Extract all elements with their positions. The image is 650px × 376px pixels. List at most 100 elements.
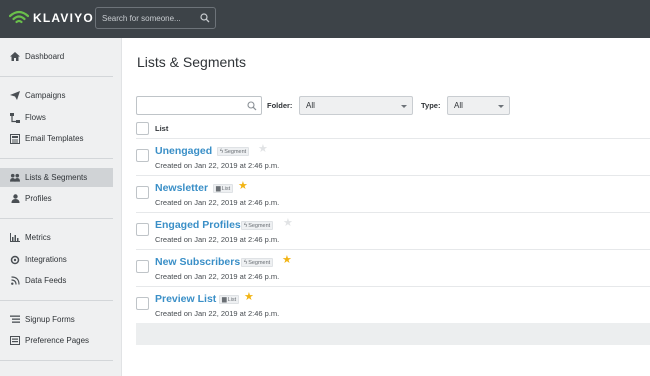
sidebar-nav: Dashboard Campaigns Flows Email Template… xyxy=(0,38,122,376)
star-icon[interactable]: ★ xyxy=(283,218,293,229)
sidebar-item-label: Integrations xyxy=(25,255,67,264)
list-name-link[interactable]: Engaged Profiles xyxy=(155,219,241,231)
sidebar-divider xyxy=(0,360,113,361)
row-checkbox[interactable] xyxy=(136,260,149,273)
badge-label: Segment xyxy=(224,148,247,155)
row-checkbox[interactable] xyxy=(136,186,149,199)
star-icon[interactable]: ★ xyxy=(282,255,292,266)
select-all-checkbox[interactable] xyxy=(136,122,149,135)
badge-label: List xyxy=(221,185,231,192)
table-row: Engaged Profiles ϟ Segment ★ Created on J… xyxy=(136,213,650,250)
paper-plane-icon xyxy=(10,91,20,101)
badge-label: Segment xyxy=(248,259,271,266)
document-icon: ▆ xyxy=(222,297,227,303)
folder-select-value: All xyxy=(306,101,315,110)
top-bar: KLAVIYO xyxy=(0,0,650,38)
lightning-icon: ϟ xyxy=(220,148,224,155)
row-checkbox[interactable] xyxy=(136,149,149,162)
folder-select[interactable]: All xyxy=(299,96,413,115)
list-name-link[interactable]: Newsletter xyxy=(155,182,208,194)
type-badge: ϟ Segment xyxy=(241,221,274,230)
star-icon[interactable]: ★ xyxy=(244,292,254,303)
type-badge: ϟ Segment xyxy=(241,258,274,267)
sidebar-item-profiles[interactable]: Profiles xyxy=(0,189,113,208)
star-icon[interactable]: ★ xyxy=(238,181,248,192)
sidebar-item-preference-pages[interactable]: Preference Pages xyxy=(0,331,113,350)
sidebar-item-email-templates[interactable]: Email Templates xyxy=(0,129,113,148)
list-name-link[interactable]: New Subscribers xyxy=(155,256,240,268)
sidebar-item-lists-segments[interactable]: Lists & Segments xyxy=(0,168,113,187)
page-title: Lists & Segments xyxy=(137,54,246,70)
logo-text: KLAVIYO xyxy=(33,10,94,25)
sidebar-item-label: Dashboard xyxy=(25,52,65,61)
search-icon[interactable] xyxy=(247,101,257,111)
sidebar-item-dashboard[interactable]: Dashboard xyxy=(0,47,113,66)
users-icon xyxy=(10,173,20,183)
sidebar-item-label: Campaigns xyxy=(25,91,66,100)
sidebar-divider xyxy=(0,218,113,219)
bar-chart-icon xyxy=(10,233,20,243)
table-footer xyxy=(136,323,650,345)
klaviyo-logo[interactable]: KLAVIYO xyxy=(9,10,94,25)
badge-label: List xyxy=(227,296,237,303)
created-date: Created on Jan 22, 2019 at 2:46 p.m. xyxy=(155,272,280,281)
sidebar-item-integrations[interactable]: Integrations xyxy=(0,250,113,269)
list-filter-box[interactable] xyxy=(136,96,262,116)
sidebar-divider xyxy=(0,300,113,301)
type-badge: ▆ List xyxy=(219,295,240,304)
type-label: Type: xyxy=(421,101,441,110)
type-select-value: All xyxy=(454,101,463,110)
sidebar-item-label: Flows xyxy=(25,113,46,122)
sidebar-item-label: Email Templates xyxy=(25,134,84,143)
list-name-link[interactable]: Preview List xyxy=(155,293,216,305)
sidebar-item-label: Lists & Segments xyxy=(25,173,88,182)
sidebar-item-metrics[interactable]: Metrics xyxy=(0,228,113,247)
created-date: Created on Jan 22, 2019 at 2:46 p.m. xyxy=(155,198,280,207)
sidebar-item-signup-forms[interactable]: Signup Forms xyxy=(0,310,113,329)
search-input[interactable] xyxy=(96,8,196,28)
row-checkbox[interactable] xyxy=(136,297,149,310)
lightning-icon: ϟ xyxy=(244,259,248,266)
table-row: New Subscribers ϟ Segment ★ Created on Ja… xyxy=(136,250,650,287)
sidebar-item-label: Data Feeds xyxy=(25,276,67,285)
row-checkbox[interactable] xyxy=(136,223,149,236)
table-row: Newsletter ▆ List ★ Created on Jan 22, 20… xyxy=(136,176,650,213)
created-date: Created on Jan 22, 2019 at 2:46 p.m. xyxy=(155,161,280,170)
folder-label: Folder: xyxy=(267,101,293,110)
sidebar-item-flows[interactable]: Flows xyxy=(0,108,113,127)
home-icon xyxy=(10,52,20,62)
list-search-input[interactable] xyxy=(137,99,245,116)
column-header-list: List xyxy=(155,124,169,133)
created-date: Created on Jan 22, 2019 at 2:46 p.m. xyxy=(155,309,280,318)
type-badge: ϟ Segment xyxy=(217,147,250,156)
lightning-icon: ϟ xyxy=(244,222,248,229)
sidebar-item-campaigns[interactable]: Campaigns xyxy=(0,86,113,105)
template-icon xyxy=(10,133,20,144)
integrations-icon xyxy=(10,255,20,265)
type-select[interactable]: All xyxy=(447,96,510,115)
list-name-link[interactable]: Unengaged xyxy=(155,145,212,157)
sidebar-item-label: Metrics xyxy=(25,233,51,242)
chevron-down-icon xyxy=(498,105,504,108)
document-icon: ▆ xyxy=(216,186,221,192)
created-date: Created on Jan 22, 2019 at 2:46 p.m. xyxy=(155,235,280,244)
badge-label: Segment xyxy=(248,222,271,229)
rss-icon xyxy=(10,276,20,286)
sidebar-item-data-feeds[interactable]: Data Feeds xyxy=(0,271,113,290)
sidebar-item-label: Profiles xyxy=(25,194,52,203)
chevron-down-icon xyxy=(401,105,407,108)
main-content: Lists & Segments Folder: All Type: All L… xyxy=(122,38,650,376)
user-icon xyxy=(10,194,20,204)
list-table-header: List xyxy=(136,121,650,139)
search-box[interactable] xyxy=(95,7,216,29)
sidebar-divider xyxy=(0,76,113,77)
star-icon[interactable]: ★ xyxy=(258,144,268,155)
form-icon xyxy=(10,315,20,325)
sidebar-divider xyxy=(0,158,113,159)
type-badge: ▆ List xyxy=(213,184,234,193)
table-row: Preview List ▆ List ★ Created on Jan 22, … xyxy=(136,287,650,324)
sidebar-item-label: Preference Pages xyxy=(25,336,90,345)
flow-icon xyxy=(10,112,20,123)
search-icon[interactable] xyxy=(200,13,210,23)
wifi-logo-icon xyxy=(9,10,29,24)
